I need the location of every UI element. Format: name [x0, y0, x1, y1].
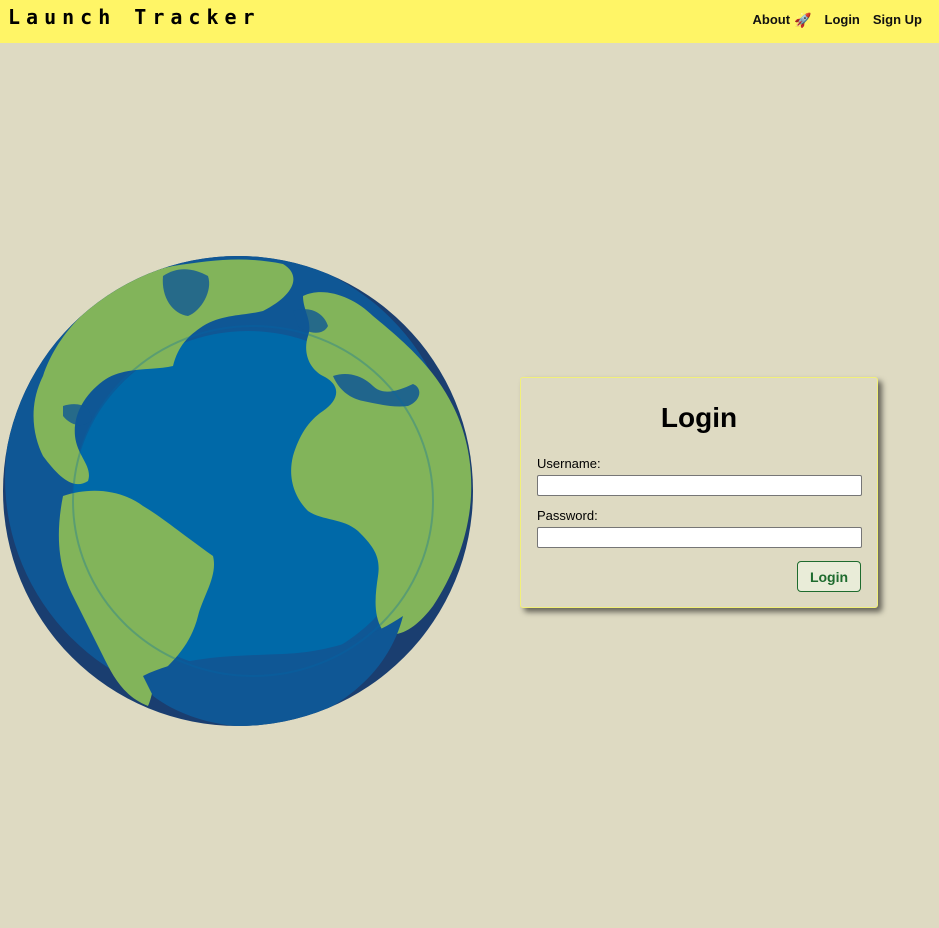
nav-signup-link[interactable]: Sign Up [873, 12, 922, 27]
password-label: Password: [537, 508, 598, 523]
top-navigation-bar: Launch Tracker About 🚀 Login Sign Up [0, 0, 939, 43]
nav-about-link[interactable]: About 🚀 [753, 12, 812, 27]
username-label: Username: [537, 456, 601, 471]
username-field[interactable] [537, 475, 862, 496]
earth-globe-illustration [3, 256, 473, 726]
nav-login-link[interactable]: Login [825, 12, 860, 27]
nav-links: About 🚀 Login Sign Up [753, 12, 922, 27]
login-card: Login Username: Password: Login [520, 377, 878, 608]
login-heading: Login [660, 402, 738, 433]
login-submit-button[interactable]: Login [797, 561, 861, 592]
rocket-icon: 🚀 [794, 11, 812, 28]
nav-about-label: About [752, 12, 791, 27]
password-field[interactable] [537, 527, 862, 548]
brand-title[interactable]: Launch Tracker [8, 5, 261, 29]
